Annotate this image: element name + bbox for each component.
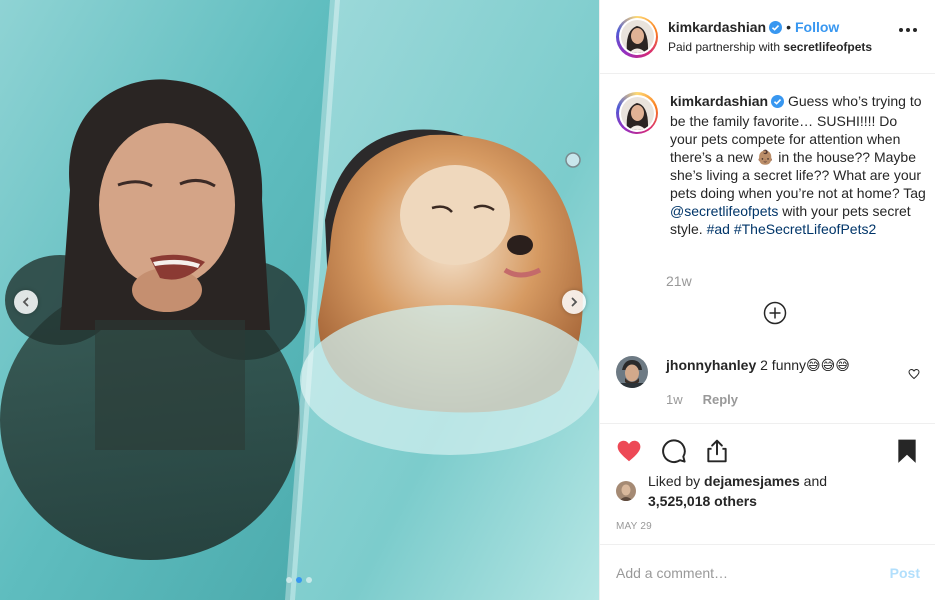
verified-badge-icon <box>769 20 783 38</box>
post-side-panel: kimkardashian • Follow Paid partnership wi… <box>599 0 935 600</box>
partnership-prefix: Paid partnership with <box>668 39 781 54</box>
comment-meta: 1w Reply <box>666 392 738 407</box>
header-username[interactable]: kimkardashian <box>668 19 766 35</box>
likes-count[interactable]: 3,525,018 others <box>648 493 757 509</box>
commenter-avatar[interactable] <box>616 356 648 388</box>
plus-circle-icon <box>763 301 787 325</box>
comment-text: jhonnyhanley 2 funny😅😅😅 <box>666 356 850 388</box>
carousel-dot <box>306 577 312 583</box>
liker-avatar[interactable] <box>616 481 636 501</box>
bookmark-filled-icon <box>898 439 916 463</box>
comment-age[interactable]: 1w <box>666 392 683 407</box>
chevron-left-icon <box>22 297 29 307</box>
ellipsis-dot <box>906 28 910 32</box>
likes-text: Liked by dejamesjames and 3,525,018 othe… <box>648 471 827 511</box>
caption-text: kimkardashian Guess who’s trying to be t… <box>670 92 928 238</box>
paid-partnership-label: Paid partnership with secretlifeofpets <box>668 38 872 56</box>
more-options-button[interactable] <box>899 28 917 32</box>
ellipsis-dot <box>913 28 917 32</box>
liked-by-prefix: Liked by <box>648 473 701 489</box>
chevron-right-icon <box>571 297 578 307</box>
add-comment-bar: Post <box>600 544 935 600</box>
share-icon <box>707 439 727 463</box>
caption-age[interactable]: 21w <box>666 273 692 289</box>
comment-button[interactable] <box>661 438 689 466</box>
post-comment-button[interactable]: Post <box>890 565 920 581</box>
comment-body: 2 funny😅😅😅 <box>760 357 850 373</box>
save-button[interactable] <box>894 438 922 466</box>
share-button[interactable] <box>704 438 732 466</box>
instagram-post: kimkardashian • Follow Paid partnership wi… <box>0 0 935 600</box>
mention-link[interactable]: @secretlifeofpets <box>670 203 778 219</box>
heart-outline-icon <box>908 368 920 380</box>
commenter-username[interactable]: jhonnyhanley <box>666 357 756 373</box>
likes-summary: Liked by dejamesjames and 3,525,018 othe… <box>616 471 827 511</box>
follow-button[interactable]: Follow <box>795 19 839 35</box>
liked-by-and: and <box>803 473 828 489</box>
comment-bubble-icon <box>662 439 686 463</box>
heart-filled-icon <box>617 440 641 462</box>
post-photo <box>0 0 599 600</box>
carousel-dot-active <box>296 577 302 583</box>
comment-like-button[interactable] <box>908 367 920 383</box>
partner-link[interactable]: secretlifeofpets <box>783 40 872 54</box>
post-media[interactable] <box>0 0 599 600</box>
post-date[interactable]: MAY 29 <box>616 521 652 532</box>
carousel-dot <box>286 577 292 583</box>
carousel-indicator <box>286 577 312 583</box>
like-button[interactable] <box>616 438 644 466</box>
header-separator: • <box>786 18 791 35</box>
comment-input[interactable] <box>616 564 890 581</box>
baby-emoji: 👶🏽 <box>756 149 775 165</box>
verified-badge-icon <box>771 94 785 112</box>
reply-button[interactable]: Reply <box>703 392 738 407</box>
caption-username[interactable]: kimkardashian <box>670 93 768 109</box>
next-slide-button[interactable] <box>562 290 586 314</box>
comments-section[interactable]: kimkardashian Guess who’s trying to be t… <box>600 75 935 423</box>
hashtag-ad-link[interactable]: #ad <box>707 221 730 237</box>
load-more-comments-button[interactable] <box>763 301 787 325</box>
comment-item: jhonnyhanley 2 funny😅😅😅 1w Reply <box>616 356 922 407</box>
liker-username[interactable]: dejamesjames <box>704 473 800 489</box>
story-ring[interactable] <box>616 15 658 58</box>
caption-story-ring[interactable] <box>616 92 658 134</box>
avatar <box>620 20 654 53</box>
previous-slide-button[interactable] <box>14 290 38 314</box>
ellipsis-icon <box>899 28 903 32</box>
caption: kimkardashian Guess who’s trying to be t… <box>616 92 928 238</box>
caption-avatar <box>620 96 654 130</box>
hashtag-movie-link[interactable]: #TheSecretLifeofPets2 <box>734 221 876 237</box>
post-header: kimkardashian • Follow Paid partnership wi… <box>600 0 935 74</box>
